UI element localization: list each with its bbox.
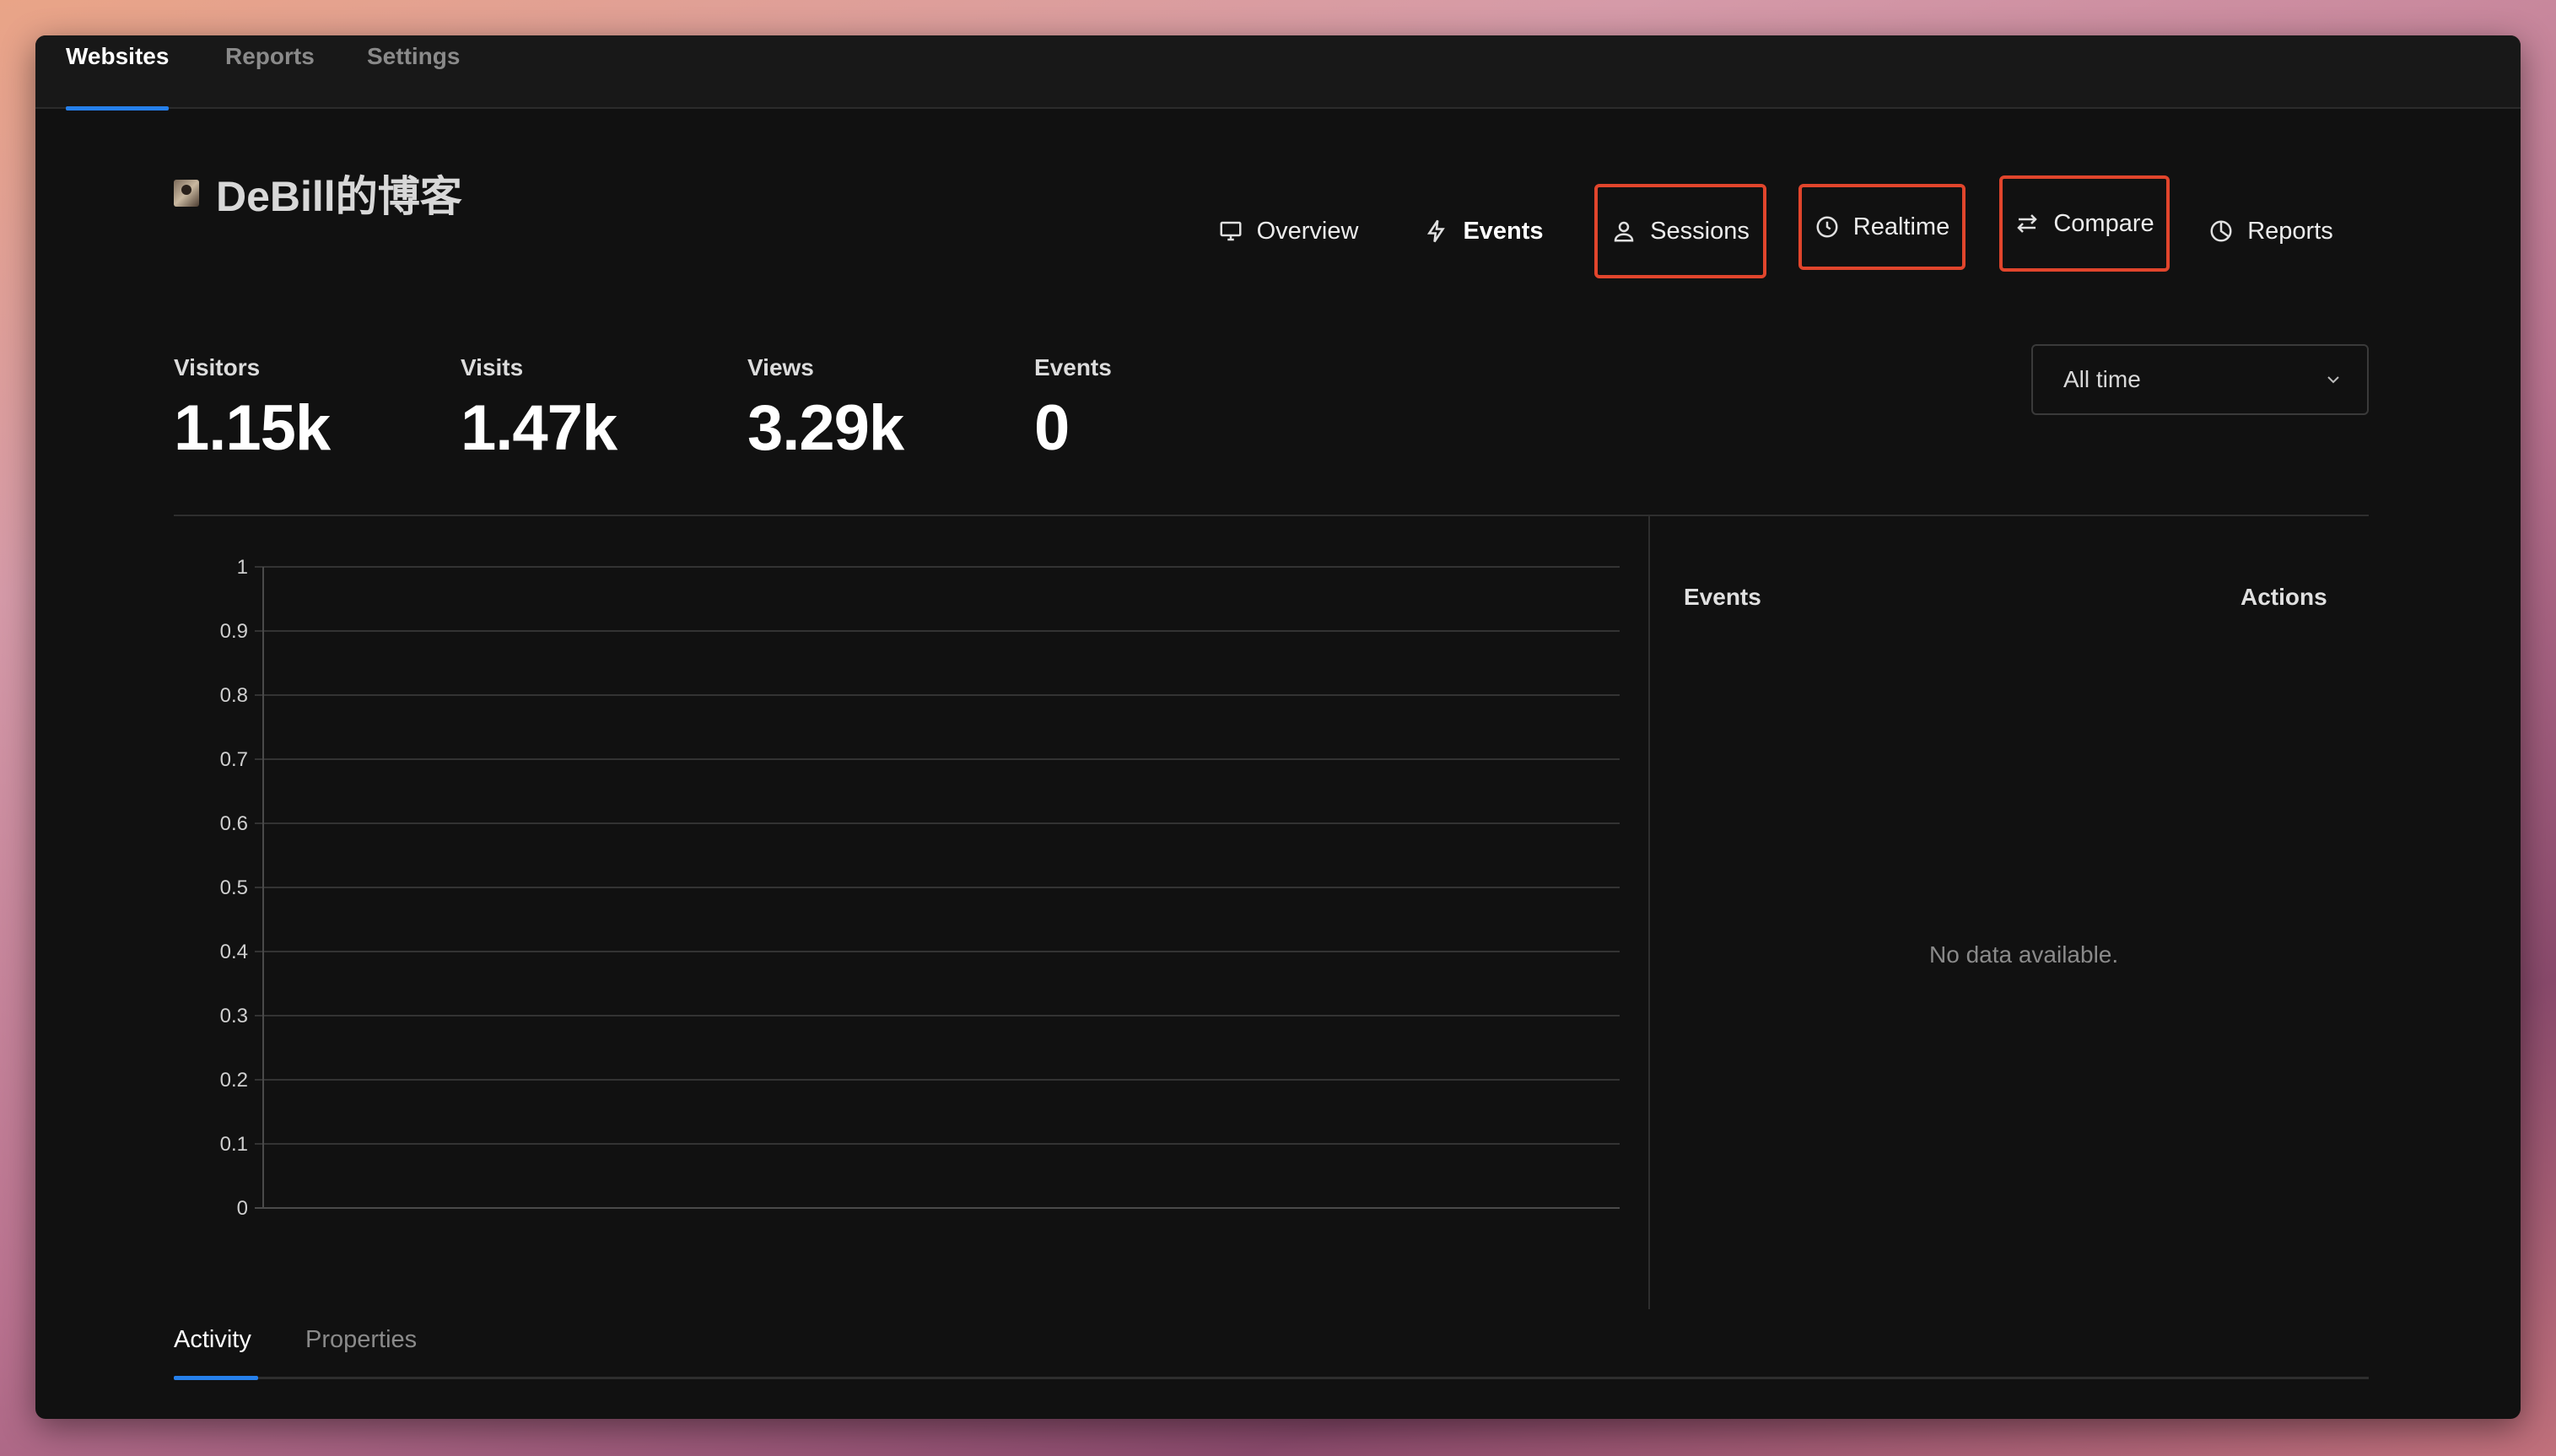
monitor-icon <box>1220 221 1242 241</box>
metric-label: Visitors <box>174 354 261 380</box>
topnav-settings-label: Settings <box>367 43 461 69</box>
tab-compare[interactable]: Compare <box>1999 175 2170 272</box>
metric-label: Events <box>1034 354 1112 380</box>
metric-value: 3.29k <box>747 392 904 464</box>
metric-value: 0 <box>1034 392 1070 464</box>
top-navbar: Websites Reports Settings <box>35 35 2521 111</box>
tab-activity[interactable]: Activity <box>174 1326 251 1354</box>
y-tick-label: 0.8 <box>220 684 248 707</box>
clock-icon <box>1816 216 1838 238</box>
metric-label: Visits <box>461 354 524 380</box>
topnav-reports-label: Reports <box>225 43 315 69</box>
panel-divider <box>1648 516 1650 1309</box>
tab-properties[interactable]: Properties <box>305 1326 417 1354</box>
y-tick-label: 0.7 <box>220 748 248 771</box>
y-tick-label: 0.4 <box>220 941 248 963</box>
topnav-websites-label: Websites <box>66 43 170 69</box>
events-column-header: Events <box>1684 584 1761 610</box>
view-tabs: Overview Events Sessions Realtime Compar… <box>35 175 2521 280</box>
topnav-reports[interactable]: Reports <box>225 35 315 109</box>
y-tick-label: 0.3 <box>220 1005 248 1027</box>
pie-chart-icon <box>2210 220 2232 242</box>
y-tick-label: 0.1 <box>220 1133 248 1156</box>
y-tick-label: 0.6 <box>220 812 248 835</box>
empty-state-text: No data available. <box>1929 941 2119 968</box>
app-window: Websites Reports Settings DeBill的博客 Over… <box>35 35 2521 1419</box>
tab-events[interactable]: Events <box>1404 184 1564 278</box>
y-tick-label: 1 <box>237 556 248 579</box>
active-tab-indicator <box>174 1376 258 1380</box>
tab-events-label: Events <box>1463 217 1544 245</box>
tab-sessions-label: Sessions <box>1650 217 1750 245</box>
tab-reports-label: Reports <box>2247 217 2333 245</box>
metric-value: 1.47k <box>461 392 617 464</box>
y-tick-label: 0.5 <box>220 876 248 899</box>
metric-label: Views <box>747 354 814 380</box>
tab-realtime[interactable]: Realtime <box>1798 184 1966 270</box>
metric-views: Views 3.29k <box>747 354 904 465</box>
y-tick-label: 0.9 <box>220 620 248 643</box>
lightning-icon <box>1427 219 1446 243</box>
date-range-value: All time <box>2063 366 2141 392</box>
section-divider <box>174 515 2369 516</box>
user-icon <box>1614 221 1634 242</box>
tab-reports[interactable]: Reports <box>2195 184 2347 278</box>
active-tab-indicator <box>66 106 170 111</box>
tab-overview[interactable]: Overview <box>1183 184 1394 278</box>
y-tick-label: 0.2 <box>220 1069 248 1092</box>
metric-events: Events 0 <box>1034 354 1112 465</box>
arrows-swap-icon <box>2017 214 2038 233</box>
chevron-down-icon <box>2327 376 2339 384</box>
events-chart: 0 0.1 0.2 0.3 0.4 0.5 0.6 0.7 0.8 0.9 1 <box>174 542 1633 1233</box>
metric-visits: Visits 1.47k <box>461 354 617 465</box>
date-range-select[interactable]: All time <box>2031 344 2369 415</box>
chart-svg: 0 0.1 0.2 0.3 0.4 0.5 0.6 0.7 0.8 0.9 1 <box>220 556 1620 1220</box>
topnav-websites[interactable]: Websites <box>66 35 170 111</box>
y-tick-label: 0 <box>237 1197 248 1220</box>
tab-overview-label: Overview <box>1256 217 1359 245</box>
metric-visitors: Visitors 1.15k <box>174 354 331 465</box>
tab-compare-label: Compare <box>2053 209 2154 237</box>
topnav-settings[interactable]: Settings <box>367 35 460 109</box>
tab-realtime-label: Realtime <box>1852 213 1950 240</box>
metric-value: 1.15k <box>174 392 331 464</box>
tabs-baseline <box>174 1377 2369 1379</box>
actions-column-header: Actions <box>2241 584 2327 610</box>
tab-sessions[interactable]: Sessions <box>1594 184 1766 278</box>
